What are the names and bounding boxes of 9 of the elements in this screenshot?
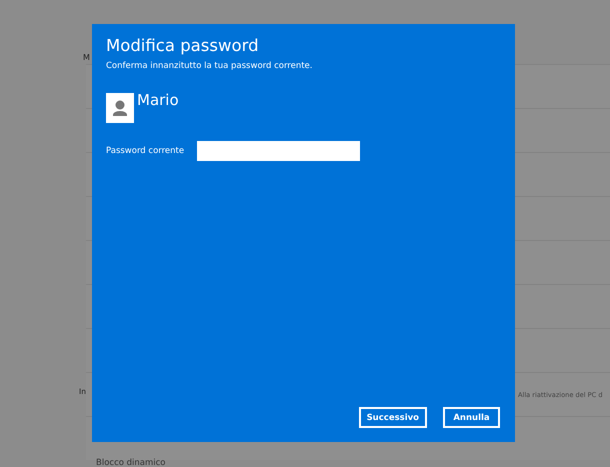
next-button[interactable]: Successivo [358,407,427,428]
password-field[interactable] [197,141,360,161]
dialog-subtitle: Conferma innanzitutto la tua password corrente. [106,61,314,71]
field-label: Password corrente [106,146,186,156]
user-name: Mario [137,91,179,109]
dialog-title: Modifica password [106,36,260,55]
setting-label: Blocco dinamico [96,458,166,467]
section-label: M [83,53,90,62]
cancel-button[interactable]: Annulla [443,407,500,428]
